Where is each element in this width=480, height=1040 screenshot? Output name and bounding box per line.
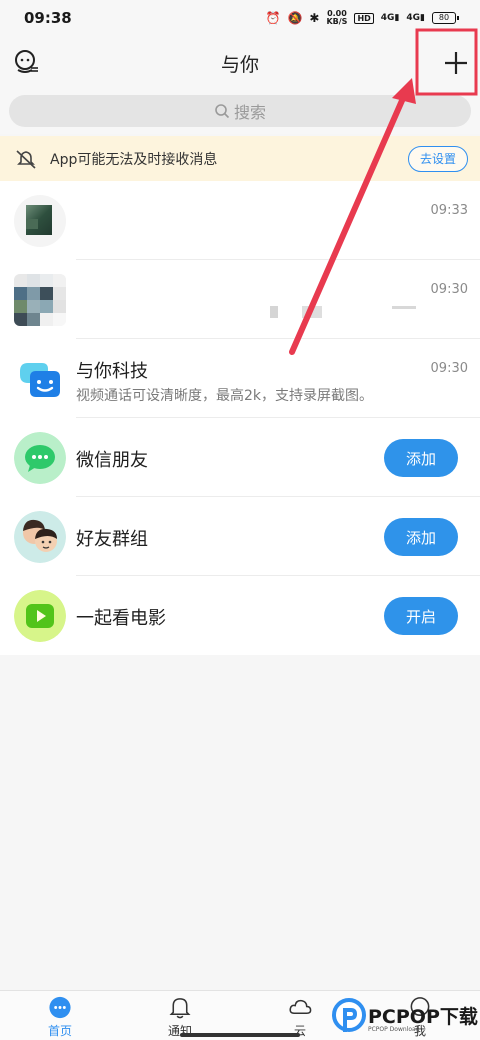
redacted-preview: [302, 306, 322, 318]
redacted-preview: [392, 306, 416, 309]
feature-title: 一起看电影: [76, 608, 166, 629]
app-header: 与你: [0, 36, 480, 88]
signal-icon: 4G▮: [380, 13, 400, 23]
feature-title: 微信朋友: [76, 450, 148, 471]
notification-warning-banner: App可能无法及时接收消息 去设置: [0, 136, 480, 181]
bluetooth-icon: ✱: [309, 11, 320, 25]
list-item[interactable]: 09:30: [0, 260, 480, 339]
status-time: 09:38: [24, 9, 72, 27]
list-item: 一起看电影 开启: [0, 576, 480, 655]
signal-icon: 4G▮: [406, 13, 425, 23]
search-icon: [215, 104, 230, 119]
app-logo-icon: [14, 353, 66, 405]
hd-badge: HD: [354, 12, 374, 24]
tab-label: 首页: [47, 1024, 72, 1038]
signal-label-2: 4G: [406, 13, 421, 23]
status-bar: 09:38 ⏰ 🔕 ✱ 0.00 KB/S HD 4G▮ 4G▮ 80: [0, 0, 480, 36]
search-input[interactable]: 搜索: [9, 95, 471, 127]
alarm-icon: ⏰: [265, 11, 281, 25]
conversation-preview: 视频通话可设清晰度，最高2k，支持录屏截图。: [76, 388, 374, 404]
search-area: 搜索: [0, 88, 480, 134]
battery-icon: 80: [432, 12, 459, 24]
chat-bubble-icon: [49, 996, 71, 1019]
search-placeholder: 搜索: [233, 103, 266, 122]
group-people-icon: [14, 511, 66, 563]
network-speed: 0.00 KB/S: [326, 10, 347, 26]
notification-off-icon: [16, 149, 36, 169]
tab-home[interactable]: 首页: [25, 995, 95, 1039]
redacted-preview: [270, 306, 278, 318]
watermark-logo: PCPOP下载 PCPOP Download: [330, 996, 480, 1040]
add-icon[interactable]: [436, 44, 476, 80]
cloud-icon: [289, 999, 312, 1015]
add-wechat-friends-button[interactable]: 添加: [384, 439, 458, 477]
go-settings-button[interactable]: 去设置: [408, 145, 468, 172]
avatar: [14, 195, 66, 247]
message-time: 09:33: [430, 203, 468, 218]
watermark-subtext: PCPOP Download: [368, 1026, 420, 1033]
bell-icon: [169, 998, 191, 1019]
conversation-title: 与你科技: [76, 361, 148, 382]
signal-label-1: 4G: [380, 13, 395, 23]
network-speed-unit: KB/S: [326, 17, 348, 26]
pcpop-logo-icon: [332, 998, 366, 1032]
wechat-chat-icon: [14, 432, 66, 484]
conversation-list: 09:33 09:30 与你科技 视频通话可设清晰度，最高2k，支持录屏截图。 …: [0, 181, 480, 655]
home-indicator: [180, 1033, 300, 1037]
mute-icon: 🔕: [287, 11, 303, 25]
list-item[interactable]: 与你科技 视频通话可设清晰度，最高2k，支持录屏截图。 09:30: [0, 339, 480, 418]
status-icons: ⏰ 🔕 ✱ 0.00 KB/S HD 4G▮ 4G▮ 80: [265, 10, 459, 26]
watermark-text: PCPOP下载: [368, 1006, 478, 1028]
notice-text: App可能无法及时接收消息: [50, 151, 218, 168]
message-time: 09:30: [430, 282, 468, 297]
message-time: 09:30: [430, 361, 468, 376]
page-title: 与你: [220, 54, 259, 76]
avatar: [14, 274, 66, 326]
play-video-icon: [14, 590, 66, 642]
list-item: 微信朋友 添加: [0, 418, 480, 497]
add-group-button[interactable]: 添加: [384, 518, 458, 556]
enable-movie-button[interactable]: 开启: [384, 597, 458, 635]
list-item[interactable]: 09:33: [0, 181, 480, 260]
list-item: 好友群组 添加: [0, 497, 480, 576]
feature-title: 好友群组: [76, 529, 148, 550]
